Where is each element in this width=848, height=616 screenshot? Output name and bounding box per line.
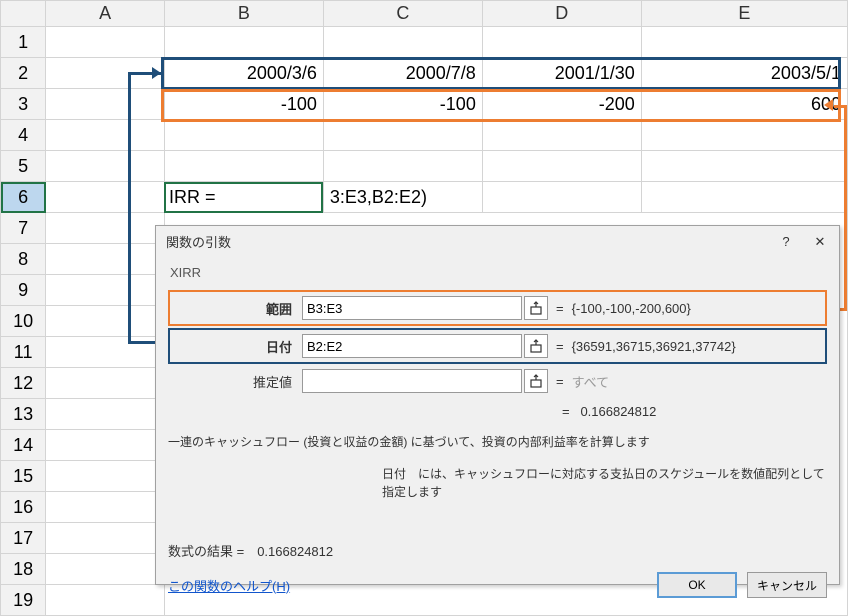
calc-eq-sign: =	[562, 404, 570, 419]
cell-A7[interactable]	[46, 213, 165, 244]
cell-D1[interactable]	[482, 27, 641, 58]
calc-result: 0.166824812	[580, 404, 656, 419]
row-header-3[interactable]: 3	[1, 89, 46, 120]
arg-guess-eval: すべて	[572, 372, 610, 391]
arg-dates-eval: {36591,36715,36921,37742}	[572, 339, 736, 354]
cell-B3[interactable]: -100	[164, 89, 323, 120]
arg-range-label: 範囲	[172, 299, 302, 318]
cell-C1[interactable]	[323, 27, 482, 58]
cell-D5[interactable]	[482, 151, 641, 182]
arg-dates-input[interactable]	[302, 334, 522, 358]
dialog-title-text: 関数の引数	[166, 232, 231, 251]
row-header-10[interactable]: 10	[1, 306, 46, 337]
arg-dates-eq: =	[556, 339, 564, 354]
arg-dates-label: 日付	[172, 337, 302, 356]
row-header-12[interactable]: 12	[1, 368, 46, 399]
col-header-C[interactable]: C	[323, 1, 482, 27]
cell-A4[interactable]	[46, 120, 165, 151]
cell-E3[interactable]: 600	[641, 89, 847, 120]
row-header-4[interactable]: 4	[1, 120, 46, 151]
cell-E1[interactable]	[641, 27, 847, 58]
function-help-link[interactable]: この関数のヘルプ(H)	[168, 576, 290, 595]
arg-range-eval: {-100,-100,-200,600}	[572, 301, 691, 316]
row-header-2[interactable]: 2	[1, 58, 46, 89]
cell-B6[interactable]: IRR =	[164, 182, 323, 213]
cell-A12[interactable]	[46, 368, 165, 399]
cell-E5[interactable]	[641, 151, 847, 182]
cell-D4[interactable]	[482, 120, 641, 151]
column-headers: A B C D E	[1, 1, 848, 27]
cell-C4[interactable]	[323, 120, 482, 151]
row-header-17[interactable]: 17	[1, 523, 46, 554]
row-header-6[interactable]: 6	[1, 182, 46, 213]
cell-A17[interactable]	[46, 523, 165, 554]
function-name: XIRR	[170, 265, 827, 280]
cell-A18[interactable]	[46, 554, 165, 585]
cell-B2[interactable]: 2000/3/6	[164, 58, 323, 89]
cell-E4[interactable]	[641, 120, 847, 151]
ok-button[interactable]: OK	[657, 572, 737, 598]
row-header-16[interactable]: 16	[1, 492, 46, 523]
cancel-button[interactable]: キャンセル	[747, 572, 827, 598]
col-header-E[interactable]: E	[641, 1, 847, 27]
cell-A3[interactable]	[46, 89, 165, 120]
arg-range-highlight: 範囲 = {-100,-100,-200,600}	[168, 290, 827, 326]
row-header-18[interactable]: 18	[1, 554, 46, 585]
cell-A19[interactable]	[46, 585, 165, 616]
col-header-B[interactable]: B	[164, 1, 323, 27]
cell-C6[interactable]: 3:E3,B2:E2)	[323, 182, 482, 213]
row-header-14[interactable]: 14	[1, 430, 46, 461]
cell-E2[interactable]: 2003/5/1	[641, 58, 847, 89]
row-header-19[interactable]: 19	[1, 585, 46, 616]
cell-A13[interactable]	[46, 399, 165, 430]
formula-result-line: 数式の結果 = 0.166824812	[168, 541, 827, 560]
arg-guess-eq: =	[556, 374, 564, 389]
arg-range-picker-icon[interactable]	[524, 296, 548, 320]
cell-C5[interactable]	[323, 151, 482, 182]
row-header-8[interactable]: 8	[1, 244, 46, 275]
cell-D3[interactable]: -200	[482, 89, 641, 120]
cell-A2[interactable]	[46, 58, 165, 89]
row-header-11[interactable]: 11	[1, 337, 46, 368]
col-header-A[interactable]: A	[46, 1, 165, 27]
cell-A10[interactable]	[46, 306, 165, 337]
cell-A15[interactable]	[46, 461, 165, 492]
cell-E6[interactable]	[641, 182, 847, 213]
description-line2: 日付 には、キャッシュフローに対応する支払日のスケジュールを数値配列として指定し…	[168, 465, 827, 501]
row-header-15[interactable]: 15	[1, 461, 46, 492]
cell-A6[interactable]	[46, 182, 165, 213]
cell-A11[interactable]	[46, 337, 165, 368]
cell-D2[interactable]: 2001/1/30	[482, 58, 641, 89]
row-header-5[interactable]: 5	[1, 151, 46, 182]
cell-B4[interactable]	[164, 120, 323, 151]
cell-A16[interactable]	[46, 492, 165, 523]
arg-dates-highlight: 日付 = {36591,36715,36921,37742}	[168, 328, 827, 364]
cell-B5[interactable]	[164, 151, 323, 182]
cell-D6[interactable]	[482, 182, 641, 213]
cell-C3[interactable]: -100	[323, 89, 482, 120]
cell-A5[interactable]	[46, 151, 165, 182]
row-header-13[interactable]: 13	[1, 399, 46, 430]
arg-guess-label: 推定値	[172, 372, 302, 391]
row-header-1[interactable]: 1	[1, 27, 46, 58]
corner-cell[interactable]	[1, 1, 46, 27]
cell-A9[interactable]	[46, 275, 165, 306]
arg-guess-picker-icon[interactable]	[524, 369, 548, 393]
function-arguments-dialog[interactable]: 関数の引数 ? ✕ XIRR 範囲 = {-100,-100,-200,600}…	[155, 225, 840, 585]
col-header-D[interactable]: D	[482, 1, 641, 27]
dialog-close-icon[interactable]: ✕	[811, 233, 829, 251]
cell-A8[interactable]	[46, 244, 165, 275]
cell-B1[interactable]	[164, 27, 323, 58]
arg-dates-picker-icon[interactable]	[524, 334, 548, 358]
arg-range-input[interactable]	[302, 296, 522, 320]
arg-guess-input[interactable]	[302, 369, 522, 393]
cell-A14[interactable]	[46, 430, 165, 461]
row-header-9[interactable]: 9	[1, 275, 46, 306]
description-line1: 一連のキャッシュフロー (投資と収益の金額) に基づいて、投資の内部利益率を計算…	[168, 433, 827, 451]
dialog-help-icon[interactable]: ?	[777, 233, 795, 251]
cell-A1[interactable]	[46, 27, 165, 58]
cell-C2[interactable]: 2000/7/8	[323, 58, 482, 89]
arg-range-eq: =	[556, 301, 564, 316]
row-header-7[interactable]: 7	[1, 213, 46, 244]
